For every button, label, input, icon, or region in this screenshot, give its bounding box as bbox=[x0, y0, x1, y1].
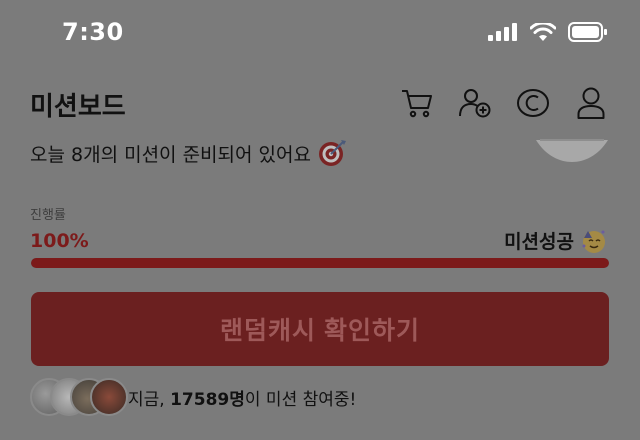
header: 미션보드 bbox=[0, 84, 640, 124]
status-icons bbox=[488, 22, 608, 42]
decorative-arc bbox=[536, 139, 608, 162]
subtitle-text: 오늘 8개의 미션이 준비되어 있어요 bbox=[30, 143, 311, 166]
mission-success-text: 미션성공 bbox=[504, 230, 574, 253]
participants-row: 지금, 17589명이 미션 참여중! bbox=[30, 378, 356, 416]
progress-label: 진행률 bbox=[30, 208, 66, 223]
profile-icon bbox=[577, 87, 605, 119]
progress-value: 100% bbox=[30, 230, 89, 252]
check-random-cash-button[interactable]: 랜덤캐시 확인하기 bbox=[31, 292, 609, 366]
wifi-icon bbox=[530, 22, 556, 41]
target-dart-icon bbox=[318, 140, 346, 166]
participant-suffix: 이 미션 참여중! bbox=[244, 389, 357, 410]
party-face-icon bbox=[582, 230, 605, 253]
mission-success-status: 미션성공 bbox=[504, 226, 608, 254]
status-time: 7:30 bbox=[62, 18, 124, 46]
mission-count-text: 오늘 8개의 미션이 준비되어 있어요 bbox=[30, 138, 347, 168]
battery-icon bbox=[568, 22, 607, 42]
participant-prefix: 지금, bbox=[128, 389, 171, 410]
profile-button[interactable] bbox=[572, 84, 610, 122]
add-friend-icon bbox=[459, 89, 491, 118]
participant-count: 17589명 bbox=[170, 389, 245, 410]
page-title: 미션보드 bbox=[30, 92, 126, 122]
signal-icon bbox=[488, 23, 517, 41]
header-icons bbox=[398, 84, 610, 122]
cart-icon bbox=[402, 90, 432, 118]
check-random-cash-label: 랜덤캐시 확인하기 bbox=[220, 317, 420, 345]
participant-avatars bbox=[30, 378, 128, 416]
cart-button[interactable] bbox=[398, 84, 436, 122]
cash-button[interactable] bbox=[514, 84, 552, 122]
participant-count-text: 지금, 17589명이 미션 참여중! bbox=[128, 385, 356, 410]
cash-coin-icon bbox=[517, 89, 549, 117]
progress-bar bbox=[31, 258, 609, 268]
add-friend-button[interactable] bbox=[456, 84, 494, 122]
status-bar: 7:30 bbox=[0, 0, 640, 70]
avatar bbox=[90, 378, 128, 416]
progress-bar-fill bbox=[31, 258, 609, 268]
